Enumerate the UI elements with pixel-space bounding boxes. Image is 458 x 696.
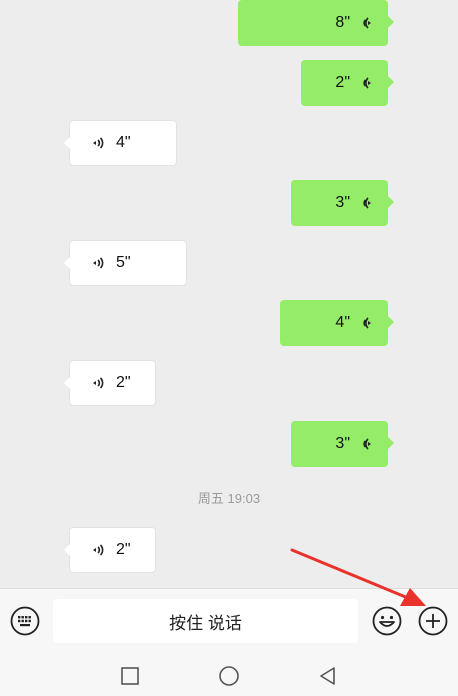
voice-duration: 3" (335, 194, 350, 211)
voice-wave-icon (356, 74, 374, 92)
emoji-icon (372, 606, 402, 636)
hold-to-talk-label: 按住 说话 (169, 613, 242, 633)
input-bar: 按住 说话 (0, 588, 458, 655)
voice-wave-icon (90, 541, 108, 559)
voice-wave-icon (356, 14, 374, 32)
voice-wave-icon (90, 134, 108, 152)
hold-to-talk-button[interactable]: 按住 说话 (53, 599, 358, 643)
voice-message-outgoing[interactable]: 8" (238, 0, 394, 46)
voice-message-outgoing[interactable]: 3" (291, 421, 394, 467)
chat-area: 8" 2" 4" 3" 5" 4" 2" 3" 周五 19:03 2" (0, 0, 458, 588)
voice-duration: 4" (116, 134, 131, 151)
keyboard-toggle-button[interactable] (10, 606, 40, 636)
voice-duration: 8" (335, 14, 350, 31)
voice-duration: 5" (116, 254, 131, 271)
voice-message-outgoing[interactable]: 4" (280, 300, 394, 346)
voice-message-incoming[interactable]: 2" (64, 527, 156, 573)
voice-duration: 4" (335, 314, 350, 331)
back-triangle-icon (320, 667, 335, 685)
voice-wave-icon (90, 254, 108, 272)
keyboard-icon (10, 606, 40, 636)
voice-message-outgoing[interactable]: 3" (291, 180, 394, 226)
voice-wave-icon (356, 194, 374, 212)
plus-icon (418, 606, 448, 636)
voice-duration: 2" (335, 74, 350, 91)
voice-message-outgoing[interactable]: 2" (301, 60, 394, 106)
message-timestamp: 周五 19:03 (197, 491, 261, 506)
emoji-button[interactable] (372, 606, 402, 636)
circle-icon (219, 666, 239, 686)
voice-duration: 2" (116, 541, 131, 558)
voice-wave-icon (356, 314, 374, 332)
voice-message-incoming[interactable]: 2" (64, 360, 156, 406)
voice-wave-icon (90, 374, 108, 392)
home-button[interactable] (218, 665, 240, 687)
back-button[interactable] (317, 665, 339, 687)
voice-message-incoming[interactable]: 4" (64, 120, 177, 166)
recent-apps-button[interactable] (119, 665, 141, 687)
system-nav-bar (0, 655, 458, 696)
voice-duration: 3" (335, 435, 350, 452)
square-icon (121, 667, 139, 685)
voice-wave-icon (356, 435, 374, 453)
voice-message-incoming[interactable]: 5" (64, 240, 187, 286)
more-functions-button[interactable] (418, 606, 448, 636)
voice-duration: 2" (116, 374, 131, 391)
